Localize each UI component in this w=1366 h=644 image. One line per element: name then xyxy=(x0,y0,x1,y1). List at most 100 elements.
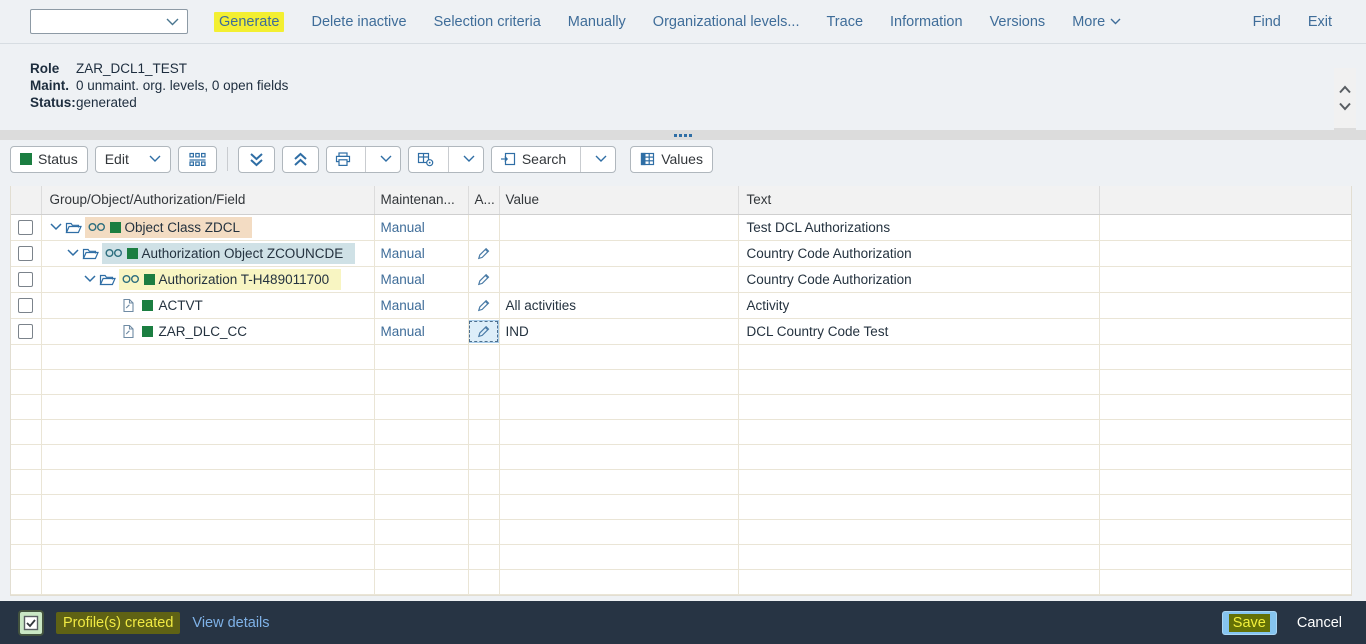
empty-row xyxy=(11,369,1352,394)
menu-find[interactable]: Find xyxy=(1253,14,1281,30)
search-button[interactable]: Search xyxy=(492,147,574,172)
tree-node-label[interactable]: Authorization Object ZCOUNCDE xyxy=(142,246,344,261)
search-menu-arrow[interactable] xyxy=(587,147,615,172)
print-split-button[interactable] xyxy=(326,146,401,173)
node-highlight: Authorization T-H489011700 xyxy=(119,269,342,290)
maintenance-link[interactable]: Manual xyxy=(381,246,425,261)
menu-exit[interactable]: Exit xyxy=(1308,14,1332,30)
text-cell: Test DCL Authorizations xyxy=(738,214,1099,240)
button-divider xyxy=(448,147,449,172)
role-value: ZAR_DCL1_TEST xyxy=(76,60,187,77)
role-combobox[interactable] xyxy=(30,9,188,34)
row-checkbox[interactable] xyxy=(18,324,33,339)
org-levels-button[interactable] xyxy=(178,146,217,173)
splitter-handle[interactable] xyxy=(0,130,1366,140)
edit-menu-button[interactable]: Edit xyxy=(95,146,171,173)
table-row: Object Class ZDCL Manual Test DCL Author… xyxy=(11,214,1352,240)
save-button[interactable]: Save xyxy=(1222,611,1277,635)
chevron-down-icon xyxy=(380,155,392,163)
grid-settings-menu-arrow[interactable] xyxy=(455,147,483,172)
menu-delete-inactive[interactable]: Delete inactive xyxy=(311,14,406,30)
button-divider xyxy=(365,147,366,172)
edit-pencil-icon[interactable] xyxy=(469,243,498,264)
menu-organizational-levels[interactable]: Organizational levels... xyxy=(653,14,800,30)
menu-generate[interactable]: Generate xyxy=(214,12,284,32)
button-divider xyxy=(580,147,581,172)
empty-row xyxy=(11,544,1352,569)
table-row: ZAR_DLC_CC Manual IND DCL Country Code T… xyxy=(11,318,1352,344)
menu-manually[interactable]: Manually xyxy=(568,14,626,30)
tree-field-label[interactable]: ACTVT xyxy=(159,298,203,313)
row-checkbox[interactable] xyxy=(18,272,33,287)
edit-button-label: Edit xyxy=(105,151,129,167)
chevron-up-icon[interactable] xyxy=(1337,84,1353,95)
empty-row xyxy=(11,394,1352,419)
status-label: Status: xyxy=(30,94,76,111)
header-empty-column xyxy=(1099,186,1352,214)
tree-node-label[interactable]: Authorization T-H489011700 xyxy=(159,272,330,287)
menu-trace[interactable]: Trace xyxy=(826,14,863,30)
menu-information[interactable]: Information xyxy=(890,14,963,30)
field-note-icon xyxy=(122,324,135,339)
tree-field-label[interactable]: ZAR_DLC_CC xyxy=(159,324,248,339)
status-green-square-icon xyxy=(110,222,121,233)
empty-row xyxy=(11,569,1352,594)
grid-settings-button[interactable] xyxy=(409,147,442,172)
strip-grip xyxy=(1334,128,1356,134)
status-value: generated xyxy=(76,94,137,111)
header-checkbox-column xyxy=(11,186,41,214)
chevron-down-icon[interactable] xyxy=(1337,101,1353,112)
empty-row xyxy=(11,344,1352,369)
expand-all-button[interactable] xyxy=(238,146,275,173)
maintenance-link[interactable]: Manual xyxy=(381,324,425,339)
edit-pencil-icon[interactable] xyxy=(469,269,498,290)
tree-node-label[interactable]: Object Class ZDCL xyxy=(125,220,241,235)
collapse-all-button[interactable] xyxy=(282,146,319,173)
double-chevron-down-icon xyxy=(248,152,265,167)
edit-pencil-icon[interactable] xyxy=(469,295,498,316)
row-checkbox[interactable] xyxy=(18,220,33,235)
chevron-down-icon xyxy=(166,18,179,26)
printer-icon xyxy=(335,152,351,167)
row-checkbox[interactable] xyxy=(18,298,33,313)
node-highlight: Authorization Object ZCOUNCDE xyxy=(102,243,356,264)
value-cell xyxy=(499,214,738,240)
menu-selection-criteria[interactable]: Selection criteria xyxy=(434,14,541,30)
menu-versions[interactable]: Versions xyxy=(990,14,1046,30)
maintenance-link[interactable]: Manual xyxy=(381,272,425,287)
status-green-square-icon xyxy=(142,300,153,311)
grid-settings-split-button[interactable] xyxy=(408,146,484,173)
view-details-link[interactable]: View details xyxy=(192,615,269,631)
chevron-down-icon xyxy=(463,155,475,163)
chevron-down-icon xyxy=(149,155,161,163)
edit-pencil-icon-focused[interactable] xyxy=(469,321,498,342)
print-button[interactable] xyxy=(327,147,359,172)
status-green-square-icon xyxy=(142,326,153,337)
toolbar-separator xyxy=(227,147,228,171)
chevron-down-icon xyxy=(1110,18,1121,25)
cancel-button[interactable]: Cancel xyxy=(1297,615,1342,631)
menu-more[interactable]: More xyxy=(1072,14,1121,30)
values-button[interactable]: Values xyxy=(630,146,713,173)
grid-gear-icon xyxy=(417,152,434,167)
maintenance-link[interactable]: Manual xyxy=(381,298,425,313)
table-toolbar: Status Edit xyxy=(0,144,1366,174)
search-split-button[interactable]: Search xyxy=(491,146,616,173)
search-button-label: Search xyxy=(522,151,566,167)
value-cell xyxy=(499,240,738,266)
tree-collapse-icon[interactable] xyxy=(67,249,79,257)
status-footer-bar: Profile(s) created View details Save Can… xyxy=(0,601,1366,644)
values-button-label: Values xyxy=(661,151,703,167)
status-button[interactable]: Status xyxy=(10,146,88,173)
tree-collapse-icon[interactable] xyxy=(84,275,96,283)
header-value-column: Value xyxy=(499,186,738,214)
row-checkbox[interactable] xyxy=(18,246,33,261)
folder-icon xyxy=(99,273,116,286)
value-cell: IND xyxy=(499,318,738,344)
tree-collapse-icon[interactable] xyxy=(50,223,62,231)
header-auth-column: A... xyxy=(468,186,499,214)
status-green-icon xyxy=(20,153,32,165)
maintenance-link[interactable]: Manual xyxy=(381,220,425,235)
print-menu-arrow[interactable] xyxy=(372,147,400,172)
authorizations-table: Group/Object/Authorization/Field Mainten… xyxy=(10,186,1352,596)
